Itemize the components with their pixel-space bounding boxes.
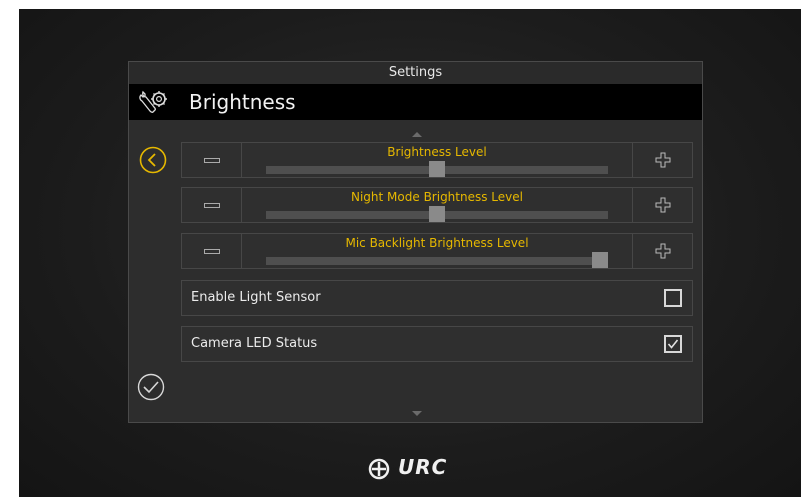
minus-icon [204, 203, 220, 208]
slider-row-mic-backlight: Mic Backlight Brightness Level [181, 233, 693, 269]
increase-button[interactable] [632, 188, 692, 222]
slider-row-night-mode: Night Mode Brightness Level [181, 187, 693, 223]
plus-icon [655, 197, 671, 213]
checkbox[interactable] [664, 289, 682, 307]
settings-panel: Settings Brightness Brightness Level Nig… [128, 61, 703, 423]
wrench-gear-icon [139, 90, 167, 114]
toggle-row-light-sensor[interactable]: Enable Light Sensor [181, 280, 693, 316]
page-title: Brightness [189, 90, 296, 114]
confirm-button[interactable] [137, 373, 165, 401]
slider-thumb[interactable] [429, 206, 445, 222]
slider-track[interactable] [266, 161, 608, 177]
scroll-down-icon[interactable] [412, 411, 422, 416]
toggle-row-camera-led[interactable]: Camera LED Status [181, 326, 693, 362]
minus-icon [204, 249, 220, 254]
check-icon [667, 339, 679, 349]
back-button[interactable] [139, 146, 167, 174]
slider-label: Brightness Level [387, 145, 487, 159]
slider-track[interactable] [266, 252, 608, 268]
slider-thumb[interactable] [429, 161, 445, 177]
slider-label: Mic Backlight Brightness Level [345, 236, 529, 250]
toggle-label: Enable Light Sensor [191, 290, 321, 305]
minus-icon [204, 158, 220, 163]
slider-thumb[interactable] [592, 252, 608, 268]
increase-button[interactable] [632, 143, 692, 177]
window-title: Settings [129, 62, 702, 84]
decrease-button[interactable] [182, 143, 242, 177]
decrease-button[interactable] [182, 188, 242, 222]
logo-text: URC [397, 455, 448, 479]
plus-icon [655, 152, 671, 168]
decrease-button[interactable] [182, 234, 242, 268]
scroll-up-icon[interactable] [412, 132, 422, 137]
logo-mark-icon [368, 458, 390, 479]
toggle-label: Camera LED Status [191, 336, 318, 351]
increase-button[interactable] [632, 234, 692, 268]
slider-track[interactable] [266, 206, 608, 222]
slider-label: Night Mode Brightness Level [351, 190, 523, 204]
plus-icon [655, 243, 671, 259]
slider-row-brightness: Brightness Level [181, 142, 693, 178]
brand-logo: URC [368, 455, 447, 480]
checkbox[interactable] [664, 335, 682, 353]
page-header: Brightness [129, 84, 702, 120]
